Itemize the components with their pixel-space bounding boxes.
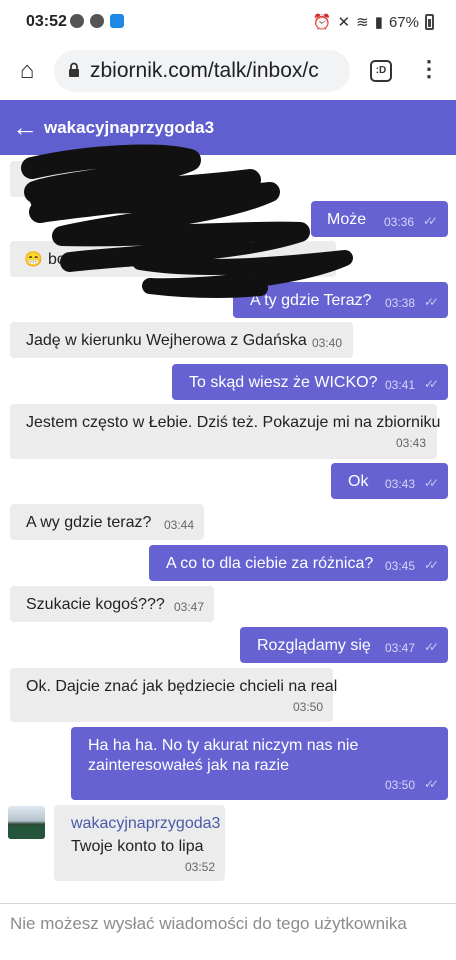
browser-toolbar: ⌂ zbiornik.com/talk/inbox/c :D ⋮ [0,46,456,100]
message-outgoing: A co to dla ciebie za różnica? 03:45 ✓✓ [149,545,448,581]
message-text: A wy gdzie teraz? [26,514,152,531]
message-text: To skąd wiesz że WICKO? [189,374,378,391]
message-text-line-2: zainteresowałeś jak na razie [88,757,289,774]
footer-divider [0,903,456,904]
message-text-line-1: Ha ha ha. No ty akurat niczym nas nie [88,737,359,754]
message-text: Twoje konto to lipa [71,838,204,855]
message-time: 03:36 [384,215,415,229]
url-text: zbiornik.com/talk/inbox/c [90,59,319,82]
lock-icon [69,62,79,77]
message-time: 03:47 [174,600,205,614]
chrome-notification-icon [70,14,84,28]
mute-icon: ✕ [337,14,351,31]
double-check-icon: ✓✓ [424,558,439,572]
status-time: 03:52 [26,13,67,30]
grin-emoji-icon: 😁 [24,251,43,268]
address-bar[interactable]: zbiornik.com/talk/inbox/c [54,50,350,92]
back-arrow-icon[interactable]: ← [12,113,38,141]
message-time: 03:52 [185,860,216,874]
message-incoming: wakacyjnaprzygoda3 Twoje konto to lipa 0… [54,805,225,881]
message-text: Ok. Dajcie znać jak będziecie chcieli na… [26,678,338,695]
messaging-disabled-notice: Nie możesz wysłać wiadomości do tego uży… [10,914,407,933]
message-text: Rozglądamy się [257,637,371,654]
message-outgoing: To skąd wiesz że WICKO? 03:41 ✓✓ [172,364,448,400]
message-time: 03:38 [385,296,416,310]
message-sender-name[interactable]: wakacyjnaprzygoda3 [71,813,220,834]
message-incoming: Jadę w kierunku Wejherowa z Gdańska 03:4… [10,322,353,358]
message-time: 03:43 [396,436,427,450]
message-time: 03:38 [298,255,329,269]
message-outgoing: Rozglądamy się 03:47 ✓✓ [240,627,448,663]
message-incoming: Szukacie kogoś??? 03:47 [10,586,214,622]
home-icon[interactable]: ⌂ [14,58,40,84]
message-time: 03:44 [164,518,195,532]
chrome-notification-icon-2 [90,14,104,28]
message-text: A co to dla ciebie za różnica? [166,555,374,572]
chat-partner-name: wakacyjnaprzygoda3 [44,118,215,137]
double-check-icon: ✓✓ [423,214,438,228]
notification-icons [70,14,124,28]
message-incoming: A wy gdzie teraz? 03:44 [10,504,204,540]
message-outgoing: Ha ha ha. No ty akurat niczym nas nie za… [71,727,448,800]
message-text: Może [327,211,367,228]
message-incoming [10,161,96,197]
message-outgoing: A ty gdzie Teraz? 03:38 ✓✓ [233,282,448,318]
double-check-icon: ✓✓ [424,295,439,309]
double-check-icon: ✓✓ [424,640,439,654]
status-bar: 03:52 ⏰ ✕ ≋ ▮ 67% [0,0,456,46]
message-outgoing: Ok 03:43 ✓✓ [331,463,448,499]
app-notification-icon [110,14,124,28]
message-text: Jadę w kierunku Wejherowa z Gdańska [26,332,307,349]
alarm-icon: ⏰ [312,14,332,31]
browser-menu-icon[interactable]: ⋮ [418,56,440,82]
message-time: 03:50 [293,700,324,714]
message-time: 03:40 [312,336,343,350]
message-incoming: Jestem często w Łebie. Dziś też. Pokazuj… [10,404,441,459]
message-time: 03:50 [385,778,416,792]
message-text: Ok [348,473,369,490]
message-outgoing: Może 03:36 ✓✓ [311,201,448,237]
message-time: 03:47 [385,641,416,655]
battery-icon [425,14,434,30]
message-text: bo jest cie napisane że [48,251,211,268]
double-check-icon: ✓✓ [424,377,439,391]
message-text: Jestem często w Łebie. Dziś też. Pokazuj… [26,414,441,431]
message-incoming: Ok. Dajcie znać jak będziecie chcieli na… [10,668,337,722]
wifi-icon: ≋ [356,14,369,31]
message-text: Szukacie kogoś??? [26,596,165,613]
message-time: 03:43 [385,477,416,491]
chat-header: ← wakacyjnaprzygoda3 [0,100,456,155]
tab-switcher-button[interactable]: :D [370,60,392,82]
double-check-icon: ✓✓ [424,777,439,791]
message-text: A ty gdzie Teraz? [250,292,372,309]
double-check-icon: ✓✓ [424,476,439,490]
battery-percent: 67% [388,13,419,31]
signal-icon: ▮ [374,14,383,31]
message-time: 03:45 [385,559,416,573]
system-indicators: ⏰ ✕ ≋ ▮ 67% [313,13,434,31]
message-time: 03:41 [385,378,416,392]
message-incoming: 😁 bo jest cie napisane że 03:38 [10,241,336,277]
sender-avatar[interactable] [8,806,45,839]
